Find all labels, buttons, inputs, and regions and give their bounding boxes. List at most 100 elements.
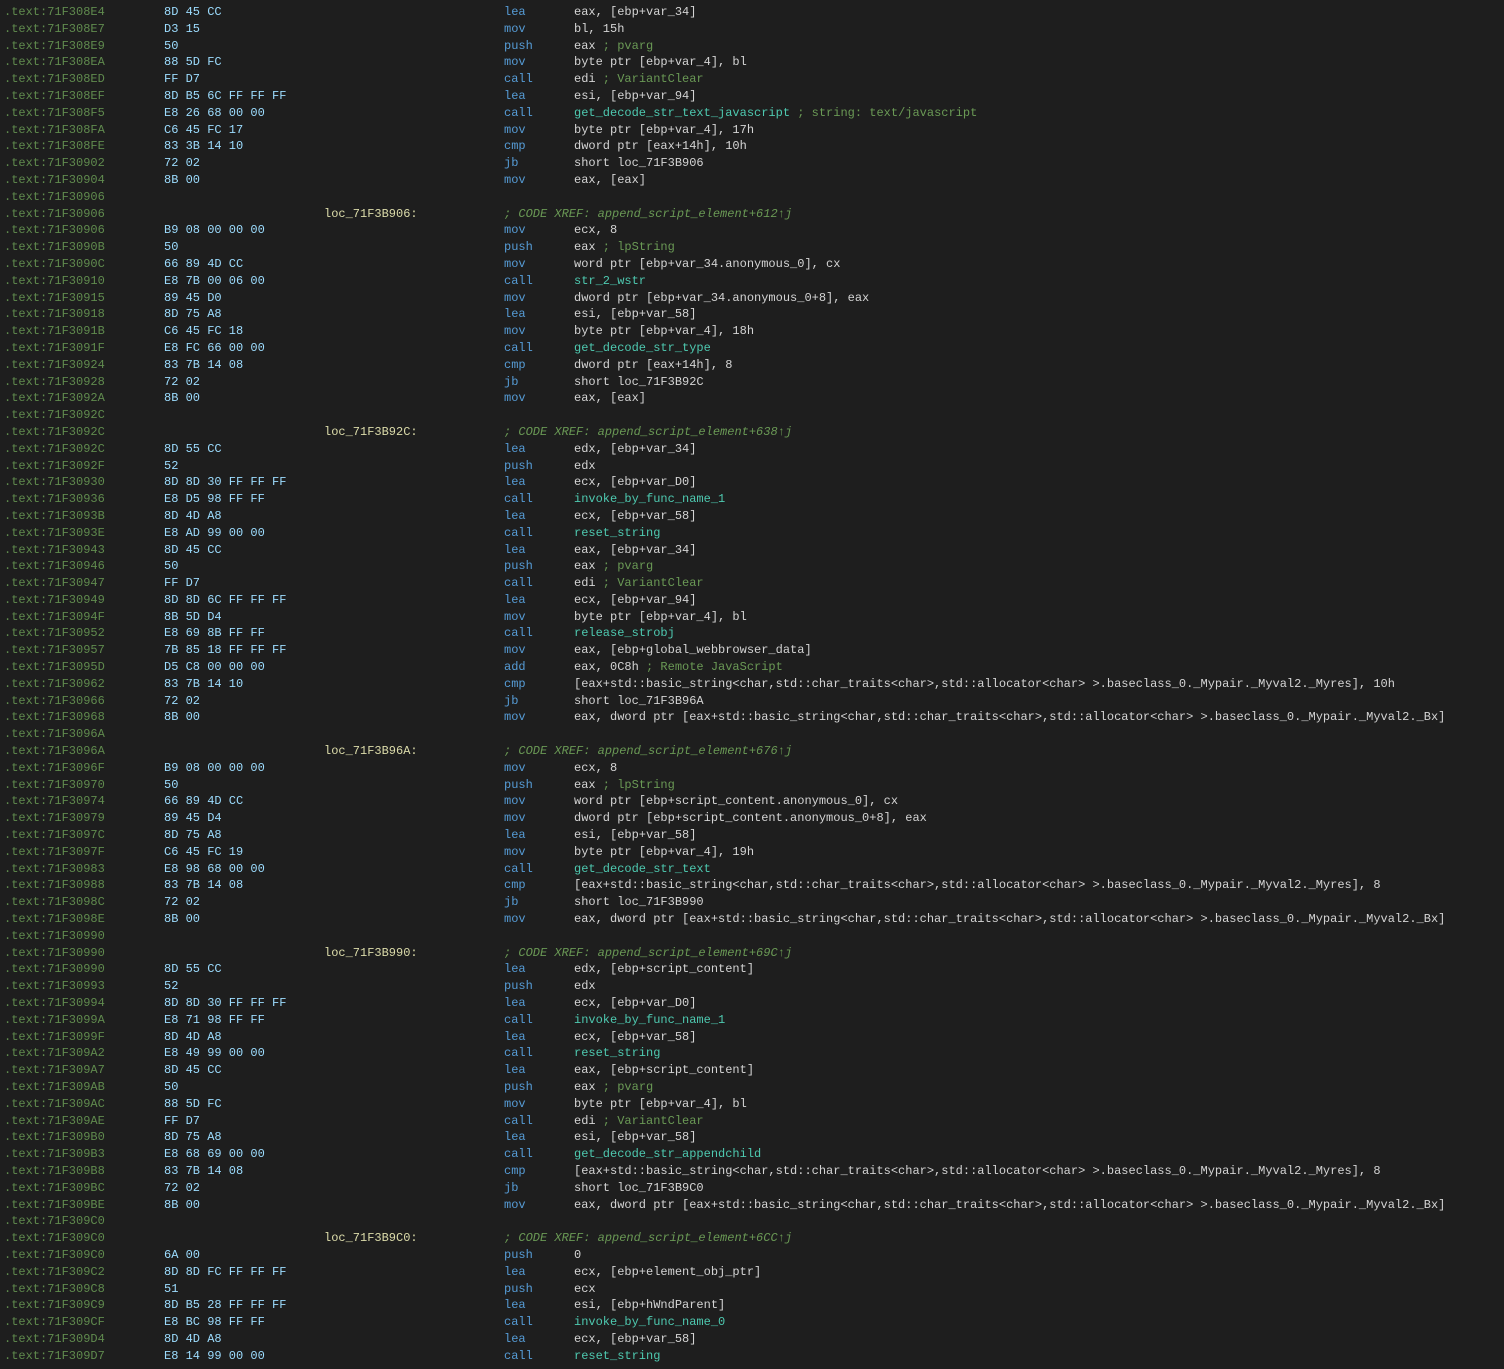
table-row[interactable]: .text:71F309A78D 45 CCleaeax, [ebp+scrip…	[0, 1062, 1504, 1079]
operands: eax, [eax]	[574, 390, 1500, 407]
operands: edx, [ebp+var_34]	[574, 441, 1500, 458]
table-row[interactable]: .text:71F3092A8B 00moveax, [eax]	[0, 390, 1504, 407]
table-row[interactable]: .text:71F3092C8D 55 CCleaedx, [ebp+var_3…	[0, 441, 1504, 458]
table-row[interactable]: .text:71F3090B50pusheax ; lpString	[0, 239, 1504, 256]
table-row[interactable]: .text:71F308E7D3 15movbl, 15h	[0, 21, 1504, 38]
table-row[interactable]: .text:71F309577B 85 18 FF FF FFmoveax, […	[0, 642, 1504, 659]
table-row[interactable]: .text:71F3099F8D 4D A8leaecx, [ebp+var_5…	[0, 1029, 1504, 1046]
table-row[interactable]: .text:71F309CFE8 BC 98 FF FFcallinvoke_b…	[0, 1314, 1504, 1331]
bytes: 8B 5D D4	[164, 609, 324, 626]
bytes: 88 5D FC	[164, 54, 324, 71]
mnemonic: mov	[504, 793, 574, 810]
label: loc_71F3B9C0:	[324, 1230, 504, 1247]
table-row[interactable]: .text:71F3098883 7B 14 08cmp[eax+std::ba…	[0, 877, 1504, 894]
table-row[interactable]: .text:71F308EDFF D7calledi ; VariantClea…	[0, 71, 1504, 88]
table-row[interactable]: .text:71F3092C	[0, 407, 1504, 424]
table-row[interactable]: .text:71F308FE83 3B 14 10cmpdword ptr [e…	[0, 138, 1504, 155]
table-row[interactable]: .text:71F309948D 8D 30 FF FF FFleaecx, […	[0, 995, 1504, 1012]
table-row[interactable]: .text:71F308FAC6 45 FC 17movbyte ptr [eb…	[0, 122, 1504, 139]
inline-comment: ; string: text/javascript	[790, 106, 977, 120]
table-row[interactable]: .text:71F309308D 8D 30 FF FF FFleaecx, […	[0, 474, 1504, 491]
table-row[interactable]: .text:71F3090C66 89 4D CCmovword ptr [eb…	[0, 256, 1504, 273]
table-row[interactable]: .text:71F3092F52pushedx	[0, 458, 1504, 475]
bytes: 66 89 4D CC	[164, 793, 324, 810]
mnemonic: call	[504, 1012, 574, 1029]
table-row[interactable]: .text:71F3093B8D 4D A8leaecx, [ebp+var_5…	[0, 508, 1504, 525]
table-row[interactable]: .text:71F308EF8D B5 6C FF FF FFleaesi, […	[0, 88, 1504, 105]
table-row[interactable]: .text:71F309BE8B 00moveax, dword ptr [ea…	[0, 1197, 1504, 1214]
table-row[interactable]: .text:71F30983E8 98 68 00 00callget_deco…	[0, 861, 1504, 878]
table-row[interactable]: .text:71F309C0loc_71F3B9C0:; CODE XREF: …	[0, 1230, 1504, 1247]
table-row[interactable]: .text:71F309C06A 00push0	[0, 1247, 1504, 1264]
table-row[interactable]: .text:71F309AC88 5D FCmovbyte ptr [ebp+v…	[0, 1096, 1504, 1113]
table-row[interactable]: .text:71F30936E8 D5 98 FF FFcallinvoke_b…	[0, 491, 1504, 508]
table-row[interactable]: .text:71F3096672 02jbshort loc_71F3B96A	[0, 693, 1504, 710]
mnemonic: call	[504, 340, 574, 357]
table-row[interactable]: .text:71F309B883 7B 14 08cmp[eax+std::ba…	[0, 1163, 1504, 1180]
table-row[interactable]: .text:71F3098C72 02jbshort loc_71F3B990	[0, 894, 1504, 911]
table-row[interactable]: .text:71F309BC72 02jbshort loc_71F3B9C0	[0, 1180, 1504, 1197]
table-row[interactable]: .text:71F30990	[0, 928, 1504, 945]
table-row[interactable]: .text:71F309AEFF D7calledi ; VariantClea…	[0, 1113, 1504, 1130]
address: .text:71F3092C	[4, 424, 164, 441]
table-row[interactable]: .text:71F3099352pushedx	[0, 978, 1504, 995]
table-row[interactable]: .text:71F3094F8B 5D D4movbyte ptr [ebp+v…	[0, 609, 1504, 626]
table-row[interactable]: .text:71F308E950pusheax ; pvarg	[0, 38, 1504, 55]
table-row[interactable]: .text:71F309C28D 8D FC FF FF FFleaecx, […	[0, 1264, 1504, 1281]
operands: eax ; pvarg	[574, 558, 1500, 575]
table-row[interactable]: .text:71F309498D 8D 6C FF FF FFleaecx, […	[0, 592, 1504, 609]
operands: dword ptr [eax+14h], 8	[574, 357, 1500, 374]
table-row[interactable]: .text:71F308F5E8 26 68 00 00callget_deco…	[0, 105, 1504, 122]
table-row[interactable]: .text:71F309908D 55 CCleaedx, [ebp+scrip…	[0, 961, 1504, 978]
address: .text:71F308E9	[4, 38, 164, 55]
mnemonic: lea	[504, 508, 574, 525]
table-row[interactable]: .text:71F3091FE8 FC 66 00 00callget_deco…	[0, 340, 1504, 357]
table-row[interactable]: .text:71F3097FC6 45 FC 19movbyte ptr [eb…	[0, 844, 1504, 861]
table-row[interactable]: .text:71F30947FF D7calledi ; VariantClea…	[0, 575, 1504, 592]
table-row[interactable]: .text:71F3090272 02jbshort loc_71F3B906	[0, 155, 1504, 172]
table-row[interactable]: .text:71F308E48D 45 CCleaeax, [ebp+var_3…	[0, 4, 1504, 21]
operands: esi, [ebp+var_58]	[574, 1129, 1500, 1146]
table-row[interactable]: .text:71F309AB50pusheax ; pvarg	[0, 1079, 1504, 1096]
table-row[interactable]: .text:71F3095DD5 C8 00 00 00addeax, 0C8h…	[0, 659, 1504, 676]
table-row[interactable]: .text:71F30906loc_71F3B906:; CODE XREF: …	[0, 206, 1504, 223]
table-row[interactable]: .text:71F309D48D 4D A8leaecx, [ebp+var_5…	[0, 1331, 1504, 1348]
table-row[interactable]: .text:71F309A2E8 49 99 00 00callreset_st…	[0, 1045, 1504, 1062]
table-row[interactable]: .text:71F309688B 00moveax, dword ptr [ea…	[0, 709, 1504, 726]
table-row[interactable]: .text:71F3097989 45 D4movdword ptr [ebp+…	[0, 810, 1504, 827]
table-row[interactable]: .text:71F3097C8D 75 A8leaesi, [ebp+var_5…	[0, 827, 1504, 844]
table-row[interactable]: .text:71F309B3E8 68 69 00 00callget_deco…	[0, 1146, 1504, 1163]
table-row[interactable]: .text:71F3096A	[0, 726, 1504, 743]
table-row[interactable]: .text:71F30910E8 7B 00 06 00callstr_2_ws…	[0, 273, 1504, 290]
table-row[interactable]: .text:71F3092872 02jbshort loc_71F3B92C	[0, 374, 1504, 391]
operands: ecx, 8	[574, 760, 1500, 777]
table-row[interactable]: .text:71F3094650pusheax ; pvarg	[0, 558, 1504, 575]
table-row[interactable]: .text:71F309188D 75 A8leaesi, [ebp+var_5…	[0, 306, 1504, 323]
table-row[interactable]: .text:71F3096283 7B 14 10cmp[eax+std::ba…	[0, 676, 1504, 693]
table-row[interactable]: .text:71F3091BC6 45 FC 18movbyte ptr [eb…	[0, 323, 1504, 340]
table-row[interactable]: .text:71F309048B 00moveax, [eax]	[0, 172, 1504, 189]
table-row[interactable]: .text:71F309438D 45 CCleaeax, [ebp+var_3…	[0, 542, 1504, 559]
table-row[interactable]: .text:71F3096FB9 08 00 00 00movecx, 8	[0, 760, 1504, 777]
table-row[interactable]: .text:71F30906	[0, 189, 1504, 206]
table-row[interactable]: .text:71F309C98D B5 28 FF FF FFleaesi, […	[0, 1297, 1504, 1314]
table-row[interactable]: .text:71F3098E8B 00moveax, dword ptr [ea…	[0, 911, 1504, 928]
table-row[interactable]: .text:71F30906B9 08 00 00 00movecx, 8	[0, 222, 1504, 239]
inline-comment: ; VariantClear	[596, 72, 704, 86]
operands: short loc_71F3B906	[574, 155, 1500, 172]
table-row[interactable]: .text:71F309C851pushecx	[0, 1281, 1504, 1298]
table-row[interactable]: .text:71F3091589 45 D0movdword ptr [ebp+…	[0, 290, 1504, 307]
table-row[interactable]: .text:71F308EA88 5D FCmovbyte ptr [ebp+v…	[0, 54, 1504, 71]
table-row[interactable]: .text:71F3092Cloc_71F3B92C:; CODE XREF: …	[0, 424, 1504, 441]
table-row[interactable]: .text:71F3097050pusheax ; lpString	[0, 777, 1504, 794]
table-row[interactable]: .text:71F309B08D 75 A8leaesi, [ebp+var_5…	[0, 1129, 1504, 1146]
table-row[interactable]: .text:71F3092483 7B 14 08cmpdword ptr [e…	[0, 357, 1504, 374]
table-row[interactable]: .text:71F30952E8 69 8B FF FFcallrelease_…	[0, 625, 1504, 642]
table-row[interactable]: .text:71F3097466 89 4D CCmovword ptr [eb…	[0, 793, 1504, 810]
table-row[interactable]: .text:71F30990loc_71F3B990:; CODE XREF: …	[0, 945, 1504, 962]
table-row[interactable]: .text:71F3099AE8 71 98 FF FFcallinvoke_b…	[0, 1012, 1504, 1029]
table-row[interactable]: .text:71F3096Aloc_71F3B96A:; CODE XREF: …	[0, 743, 1504, 760]
table-row[interactable]: .text:71F309D7E8 14 99 00 00callreset_st…	[0, 1348, 1504, 1365]
table-row[interactable]: .text:71F3093EE8 AD 99 00 00callreset_st…	[0, 525, 1504, 542]
table-row[interactable]: .text:71F309C0	[0, 1213, 1504, 1230]
